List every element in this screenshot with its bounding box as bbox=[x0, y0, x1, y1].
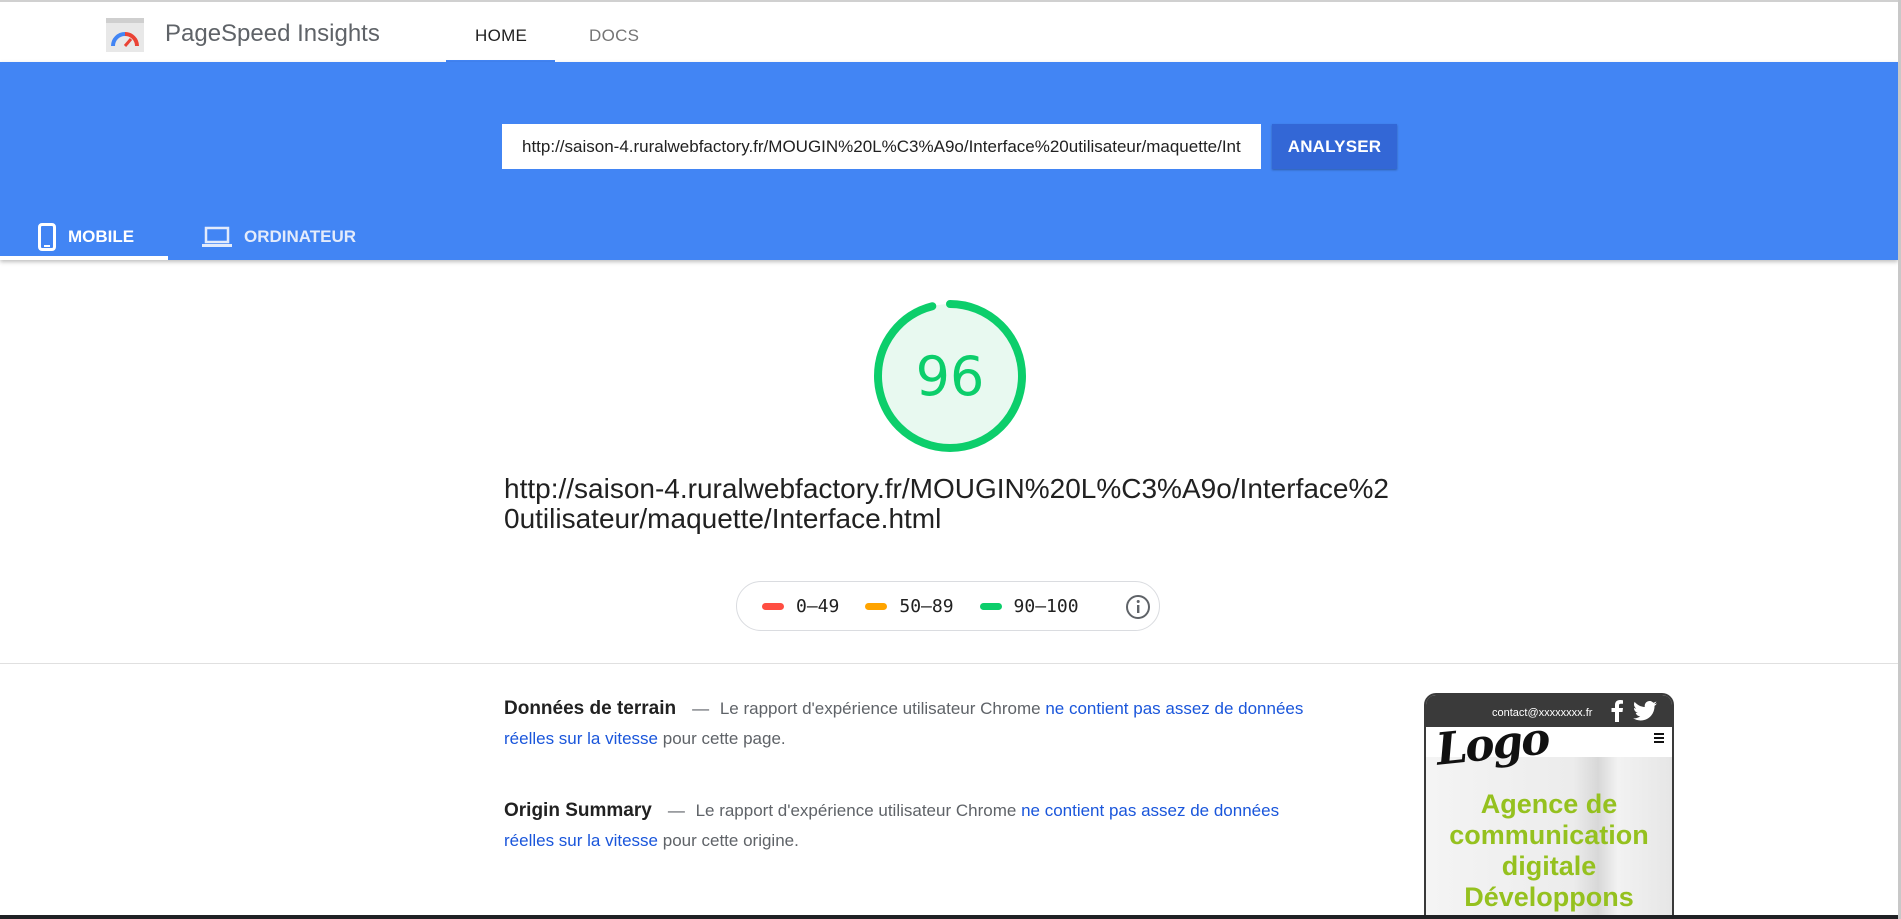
analysis-header: ANALYSER MOBILE ORDINATEUR bbox=[0, 62, 1898, 260]
info-icon[interactable] bbox=[1125, 594, 1151, 620]
twitter-icon bbox=[1633, 701, 1657, 721]
legend-item-average: 50–89 bbox=[865, 595, 954, 617]
tested-url: http://saison-4.ruralwebfactory.fr/MOUGI… bbox=[504, 473, 1389, 534]
tab-mobile[interactable]: MOBILE bbox=[38, 214, 134, 260]
facebook-icon bbox=[1611, 700, 1623, 722]
field-data-separator: — bbox=[692, 699, 710, 718]
app-title: PageSpeed Insights bbox=[165, 20, 380, 47]
nav-tab-home[interactable]: HOME bbox=[475, 26, 527, 46]
legend-label-average: 50–89 bbox=[899, 595, 954, 617]
field-data-title: Données de terrain bbox=[504, 698, 677, 719]
tab-desktop[interactable]: ORDINATEUR bbox=[202, 214, 356, 260]
legend-label-pass: 90–100 bbox=[1013, 595, 1079, 617]
tab-desktop-label: ORDINATEUR bbox=[244, 227, 357, 246]
analyse-button[interactable]: ANALYSER bbox=[1272, 124, 1397, 169]
legend-swatch-fail bbox=[762, 602, 784, 610]
url-input[interactable] bbox=[502, 124, 1261, 169]
origin-summary-text-end: pour cette origine. bbox=[662, 831, 799, 850]
tab-mobile-label: MOBILE bbox=[68, 227, 135, 246]
nav-tab-docs[interactable]: DOCS bbox=[589, 26, 639, 46]
app-bar: PageSpeed Insights HOME DOCS bbox=[0, 0, 1901, 63]
pagespeed-logo-icon bbox=[106, 18, 144, 52]
device-tab-indicator bbox=[0, 256, 168, 260]
field-data-text-end: pour cette page. bbox=[662, 729, 786, 748]
legend-swatch-average bbox=[865, 602, 888, 610]
legend-item-fail: 0–49 bbox=[762, 596, 839, 617]
origin-summary-section: Origin Summary — Le rapport d'expérience … bbox=[504, 796, 1324, 856]
smartphone-icon bbox=[38, 223, 56, 251]
origin-summary-separator: — bbox=[667, 801, 685, 820]
laptop-icon bbox=[202, 226, 232, 247]
score-legend: 0–49 50–89 90–100 bbox=[736, 581, 1160, 631]
page-screenshot-thumbnail: contact@xxxxxxxx.fr Logo Agence de commu… bbox=[1424, 693, 1674, 919]
performance-score: 96 bbox=[915, 344, 985, 408]
hamburger-menu-icon bbox=[1654, 733, 1664, 743]
taskbar-edge bbox=[0, 915, 1901, 919]
legend-label-fail: 0–49 bbox=[796, 595, 840, 617]
origin-summary-text: Le rapport d'expérience utilisateur Chro… bbox=[695, 801, 1017, 820]
legend-item-pass: 90–100 bbox=[979, 595, 1079, 617]
section-divider bbox=[0, 663, 1898, 664]
field-data-text: Le rapport d'expérience utilisateur Chro… bbox=[719, 699, 1041, 718]
legend-swatch-pass bbox=[979, 602, 1002, 610]
thumbnail-headline: Agence de communication digitale Dévelop… bbox=[1449, 789, 1649, 912]
field-data-section: Données de terrain — Le rapport d'expérie… bbox=[504, 694, 1324, 754]
origin-summary-title: Origin Summary bbox=[504, 800, 652, 821]
